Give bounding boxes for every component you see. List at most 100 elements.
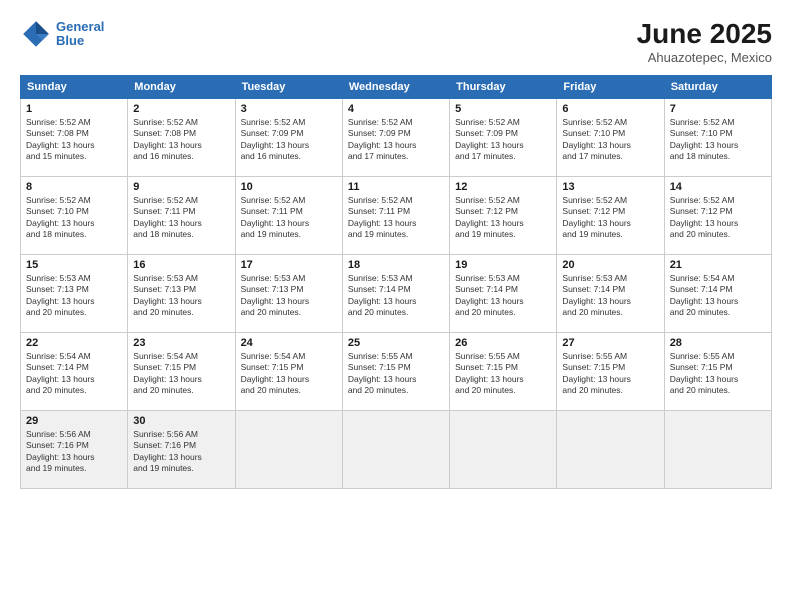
day-cell: 28Sunrise: 5:55 AMSunset: 7:15 PMDayligh… <box>664 333 771 411</box>
logo-icon <box>20 18 52 50</box>
day-cell: 2 Sunrise: 5:52 AMSunset: 7:08 PMDaylight… <box>128 99 235 177</box>
day-number: 8 <box>26 181 122 193</box>
main-title: June 2025 <box>637 18 772 50</box>
day-cell: 1 Sunrise: 5:52 AMSunset: 7:08 PMDaylight… <box>21 99 128 177</box>
day-info: Sunrise: 5:53 AMSunset: 7:13 PMDaylight:… <box>133 273 229 319</box>
day-cell: 27Sunrise: 5:55 AMSunset: 7:15 PMDayligh… <box>557 333 664 411</box>
day-info: Sunrise: 5:53 AMSunset: 7:14 PMDaylight:… <box>562 273 658 319</box>
day-info: Sunrise: 5:52 AMSunset: 7:11 PMDaylight:… <box>241 195 337 241</box>
logo: General Blue <box>20 18 104 50</box>
day-info: Sunrise: 5:53 AMSunset: 7:13 PMDaylight:… <box>26 273 122 319</box>
day-info: Sunrise: 5:54 AMSunset: 7:14 PMDaylight:… <box>26 351 122 397</box>
day-info: Sunrise: 5:52 AMSunset: 7:10 PMDaylight:… <box>562 117 658 163</box>
day-number: 24 <box>241 337 337 349</box>
day-info: Sunrise: 5:52 AMSunset: 7:12 PMDaylight:… <box>455 195 551 241</box>
header-day-sunday: Sunday <box>21 76 128 99</box>
day-number: 9 <box>133 181 229 193</box>
day-number: 6 <box>562 103 658 115</box>
header-day-monday: Monday <box>128 76 235 99</box>
subtitle: Ahuazotepec, Mexico <box>637 50 772 65</box>
day-number: 13 <box>562 181 658 193</box>
day-number: 11 <box>348 181 444 193</box>
day-cell: 26 Sunrise: 5:55 AMSunset: 7:15 PMDayligh… <box>450 333 557 411</box>
week-row-5: 29 Sunrise: 5:56 AMSunset: 7:16 PMDayligh… <box>21 411 772 489</box>
week-row-3: 15 Sunrise: 5:53 AMSunset: 7:13 PMDayligh… <box>21 255 772 333</box>
day-number: 15 <box>26 259 122 271</box>
day-number: 2 <box>133 103 229 115</box>
day-cell: 25 Sunrise: 5:55 AMSunset: 7:15 PMDayligh… <box>342 333 449 411</box>
day-info: Sunrise: 5:55 AMSunset: 7:15 PMDaylight:… <box>348 351 444 397</box>
day-cell <box>235 411 342 489</box>
day-cell: 17 Sunrise: 5:53 AMSunset: 7:13 PMDayligh… <box>235 255 342 333</box>
day-cell <box>664 411 771 489</box>
day-info: Sunrise: 5:52 AMSunset: 7:08 PMDaylight:… <box>133 117 229 163</box>
day-number: 17 <box>241 259 337 271</box>
day-cell: 29 Sunrise: 5:56 AMSunset: 7:16 PMDayligh… <box>21 411 128 489</box>
day-info: Sunrise: 5:52 AMSunset: 7:12 PMDaylight:… <box>670 195 766 241</box>
day-cell: 16Sunrise: 5:53 AMSunset: 7:13 PMDayligh… <box>128 255 235 333</box>
day-info: Sunrise: 5:52 AMSunset: 7:10 PMDaylight:… <box>26 195 122 241</box>
day-info: Sunrise: 5:55 AMSunset: 7:15 PMDaylight:… <box>562 351 658 397</box>
day-number: 20 <box>562 259 658 271</box>
day-info: Sunrise: 5:53 AMSunset: 7:14 PMDaylight:… <box>455 273 551 319</box>
day-info: Sunrise: 5:52 AMSunset: 7:09 PMDaylight:… <box>241 117 337 163</box>
day-cell: 12Sunrise: 5:52 AMSunset: 7:12 PMDayligh… <box>450 177 557 255</box>
day-info: Sunrise: 5:52 AMSunset: 7:08 PMDaylight:… <box>26 117 122 163</box>
day-info: Sunrise: 5:52 AMSunset: 7:12 PMDaylight:… <box>562 195 658 241</box>
day-cell: 30 Sunrise: 5:56 AMSunset: 7:16 PMDayligh… <box>128 411 235 489</box>
day-number: 25 <box>348 337 444 349</box>
day-info: Sunrise: 5:52 AMSunset: 7:11 PMDaylight:… <box>348 195 444 241</box>
day-cell <box>450 411 557 489</box>
day-number: 1 <box>26 103 122 115</box>
calendar-header: SundayMondayTuesdayWednesdayThursdayFrid… <box>21 76 772 99</box>
day-cell: 14 Sunrise: 5:52 AMSunset: 7:12 PMDayligh… <box>664 177 771 255</box>
day-cell: 13 Sunrise: 5:52 AMSunset: 7:12 PMDayligh… <box>557 177 664 255</box>
day-number: 7 <box>670 103 766 115</box>
day-info: Sunrise: 5:52 AMSunset: 7:10 PMDaylight:… <box>670 117 766 163</box>
day-number: 30 <box>133 415 229 427</box>
page: General Blue June 2025 Ahuazotepec, Mexi… <box>0 0 792 612</box>
header-row: SundayMondayTuesdayWednesdayThursdayFrid… <box>21 76 772 99</box>
day-cell: 3 Sunrise: 5:52 AMSunset: 7:09 PMDaylight… <box>235 99 342 177</box>
day-info: Sunrise: 5:53 AMSunset: 7:13 PMDaylight:… <box>241 273 337 319</box>
day-cell: 18 Sunrise: 5:53 AMSunset: 7:14 PMDayligh… <box>342 255 449 333</box>
day-number: 5 <box>455 103 551 115</box>
day-number: 18 <box>348 259 444 271</box>
week-row-4: 22Sunrise: 5:54 AMSunset: 7:14 PMDayligh… <box>21 333 772 411</box>
day-info: Sunrise: 5:52 AMSunset: 7:09 PMDaylight:… <box>348 117 444 163</box>
day-info: Sunrise: 5:53 AMSunset: 7:14 PMDaylight:… <box>348 273 444 319</box>
logo-blue: Blue <box>56 33 84 48</box>
day-cell: 6 Sunrise: 5:52 AMSunset: 7:10 PMDaylight… <box>557 99 664 177</box>
header-day-tuesday: Tuesday <box>235 76 342 99</box>
header: General Blue June 2025 Ahuazotepec, Mexi… <box>20 18 772 65</box>
day-info: Sunrise: 5:54 AMSunset: 7:14 PMDaylight:… <box>670 273 766 319</box>
day-number: 19 <box>455 259 551 271</box>
day-number: 14 <box>670 181 766 193</box>
day-cell: 4Sunrise: 5:52 AMSunset: 7:09 PMDaylight… <box>342 99 449 177</box>
calendar: SundayMondayTuesdayWednesdayThursdayFrid… <box>20 75 772 489</box>
day-number: 23 <box>133 337 229 349</box>
title-block: June 2025 Ahuazotepec, Mexico <box>637 18 772 65</box>
day-cell: 21 Sunrise: 5:54 AMSunset: 7:14 PMDayligh… <box>664 255 771 333</box>
header-day-friday: Friday <box>557 76 664 99</box>
calendar-body: 1 Sunrise: 5:52 AMSunset: 7:08 PMDaylight… <box>21 99 772 489</box>
day-number: 29 <box>26 415 122 427</box>
day-info: Sunrise: 5:52 AMSunset: 7:09 PMDaylight:… <box>455 117 551 163</box>
header-day-saturday: Saturday <box>664 76 771 99</box>
day-info: Sunrise: 5:55 AMSunset: 7:15 PMDaylight:… <box>455 351 551 397</box>
header-day-thursday: Thursday <box>450 76 557 99</box>
day-number: 26 <box>455 337 551 349</box>
day-info: Sunrise: 5:54 AMSunset: 7:15 PMDaylight:… <box>241 351 337 397</box>
day-cell: 19 Sunrise: 5:53 AMSunset: 7:14 PMDayligh… <box>450 255 557 333</box>
header-day-wednesday: Wednesday <box>342 76 449 99</box>
day-cell <box>342 411 449 489</box>
day-info: Sunrise: 5:52 AMSunset: 7:11 PMDaylight:… <box>133 195 229 241</box>
day-cell: 15 Sunrise: 5:53 AMSunset: 7:13 PMDayligh… <box>21 255 128 333</box>
day-number: 10 <box>241 181 337 193</box>
day-number: 3 <box>241 103 337 115</box>
day-number: 21 <box>670 259 766 271</box>
day-info: Sunrise: 5:56 AMSunset: 7:16 PMDaylight:… <box>133 429 229 475</box>
day-info: Sunrise: 5:56 AMSunset: 7:16 PMDaylight:… <box>26 429 122 475</box>
day-cell <box>557 411 664 489</box>
day-cell: 22Sunrise: 5:54 AMSunset: 7:14 PMDayligh… <box>21 333 128 411</box>
